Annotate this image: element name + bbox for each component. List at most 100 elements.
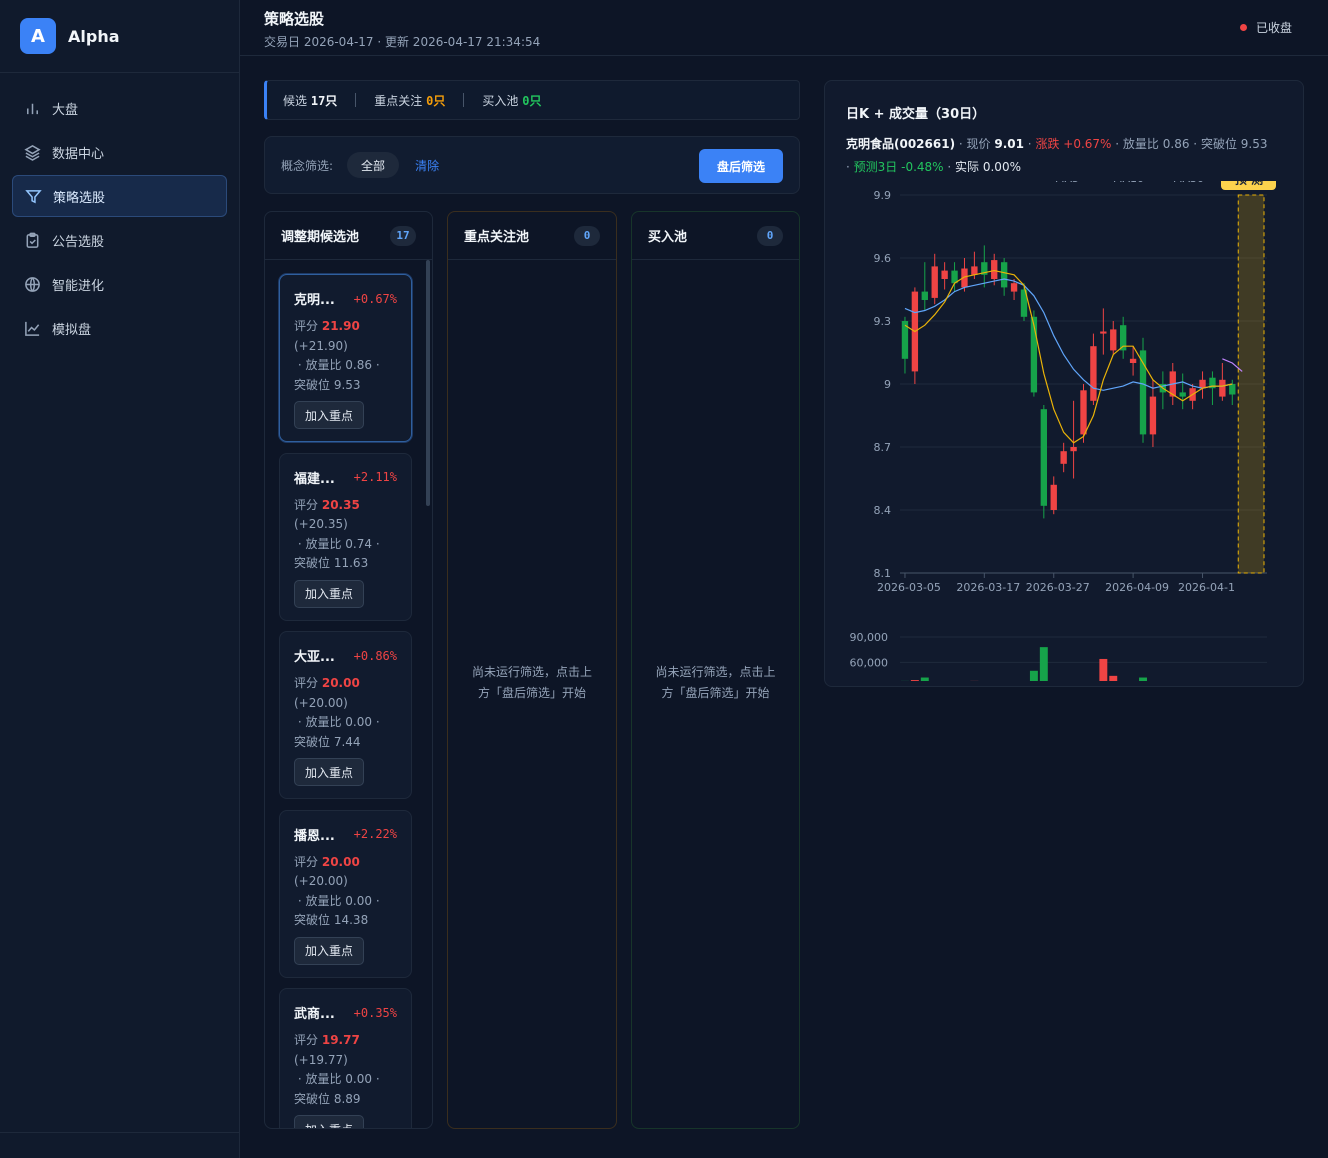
volume-bar	[1029, 670, 1038, 681]
breakout-value: 8.89	[333, 1091, 361, 1106]
candle-body	[1070, 447, 1077, 452]
candle-body	[971, 266, 978, 275]
candle-body	[1080, 390, 1087, 435]
vol-ratio-value: 0.74	[345, 536, 373, 551]
score-delta: (+21.90)	[294, 338, 348, 353]
nav-menu: 大盘 数据中心 策略选股 公告选股 智能进化 模拟盘	[0, 73, 239, 365]
vol-ratio-line: · 放量比 0.00 ·	[294, 715, 380, 729]
card-header: 大亚... +0.86%	[294, 646, 397, 666]
breakout-label: 突破位	[294, 734, 331, 749]
add-to-focus-button[interactable]: 加入重点	[294, 1115, 365, 1128]
add-to-focus-button[interactable]: 加入重点	[294, 758, 365, 786]
candidate-card[interactable]: 武商... +0.35% 评分 19.77 (+19.77) · 放量比 0.00 ·…	[279, 988, 412, 1128]
page-header: 策略选股 交易日 2026-04-17 · 更新 2026-04-17 21:3…	[240, 0, 1328, 56]
add-to-focus-button[interactable]: 加入重点	[294, 579, 365, 608]
nav-label: 大盘	[52, 102, 79, 118]
pool-stats-bar: 候选 17只 重点关注 0只 买入池 0只	[264, 80, 800, 120]
clear-filter-link[interactable]: 清除	[415, 157, 439, 174]
actual-label: 实际	[955, 160, 980, 174]
logo-badge: A	[20, 18, 56, 54]
buy-pool-column: 买入池 0 尚未运行筛选，点击上方「盘后筛选」开始	[631, 211, 800, 1129]
kline-chart-panel: 日K + 成交量（30日） 克明食品(002661) · 现价 9.01 · 涨…	[824, 80, 1304, 687]
candle-body	[1010, 283, 1018, 292]
nav-label: 模拟盘	[52, 322, 92, 338]
y-tick-label: 9.9	[874, 189, 892, 202]
buy-stat-value: 0只	[522, 93, 542, 108]
candle-body	[921, 291, 928, 300]
y-tick-label: 8.4	[874, 504, 892, 517]
logo[interactable]: A Alpha	[0, 0, 239, 73]
y-tick-label: 8.1	[874, 567, 892, 580]
nav-item-strategy[interactable]: 策略选股	[12, 175, 227, 217]
column-title: 重点关注池	[464, 230, 530, 245]
filter-label: 概念筛选:	[281, 158, 334, 173]
nav-item-simulation[interactable]: 模拟盘	[12, 307, 227, 349]
volume-bar	[1109, 675, 1118, 681]
candidate-stat-label: 候选	[283, 93, 308, 108]
card-header: 克明... +0.67%	[294, 289, 397, 309]
score-label: 评分	[294, 497, 319, 512]
globe-icon	[25, 276, 40, 292]
nav-item-market[interactable]: 大盘	[12, 87, 227, 129]
volume-bar	[1099, 658, 1108, 681]
score-line: 评分 21.90	[294, 317, 397, 337]
run-screening-button[interactable]: 盘后筛选	[699, 149, 783, 183]
score-line: 评分 19.77	[294, 1031, 397, 1051]
candidate-card[interactable]: 克明... +0.67% 评分 21.90 (+21.90) · 放量比 0.86 ·…	[279, 274, 412, 442]
nav-item-evolution[interactable]: 智能进化	[12, 263, 227, 305]
score-value: 20.00	[321, 854, 360, 869]
column-count-badge: 0	[574, 225, 600, 246]
empty-state: 尚未运行筛选，点击上方「盘后筛选」开始	[655, 665, 776, 700]
nav-item-announcement[interactable]: 公告选股	[12, 219, 227, 261]
breakout-label: 突破位	[294, 556, 331, 570]
score-label: 评分	[294, 1033, 319, 1047]
column-header: 买入池 0	[632, 212, 799, 260]
buy-stat-label: 买入池	[482, 93, 519, 108]
candidate-card[interactable]: 大亚... +0.86% 评分 20.00 (+20.00) · 放量比 0.00 ·…	[279, 631, 412, 799]
vol-ratio-label: 放量比	[305, 536, 342, 551]
vol-ratio-value: 0.00	[345, 893, 373, 908]
column-count-badge: 17	[390, 225, 416, 246]
candle-body	[1179, 392, 1186, 397]
column-header: 重点关注池 0	[448, 212, 616, 260]
candidate-card[interactable]: 播恩... +2.22% 评分 20.00 (+20.00) · 放量比 0.00 ·…	[279, 809, 412, 978]
nav-item-data-center[interactable]: 数据中心	[12, 131, 227, 173]
score-label: 评分	[294, 854, 319, 869]
score-label: 评分	[294, 319, 319, 333]
breakout-value: 9.53	[333, 377, 361, 392]
x-tick-label: 2026-04-09	[1105, 581, 1169, 594]
score-delta: (+20.35)	[294, 517, 348, 531]
actual-value: 0.00%	[982, 160, 1021, 174]
candidate-card[interactable]: 福建... +2.11% 评分 20.35 (+20.35) · 放量比 0.74 ·…	[279, 452, 412, 621]
ma5-line	[904, 269, 1233, 444]
vol-ratio-line: · 放量比 0.00 ·	[294, 893, 380, 908]
score-value: 21.90	[321, 319, 360, 333]
clipboard-icon	[26, 232, 39, 248]
card-header: 播恩... +2.22%	[294, 825, 397, 844]
forecast-label: 预测3日	[853, 160, 898, 174]
vol-ratio-label: 放量比	[305, 715, 342, 729]
vol-ratio-line: · 放量比 0.86 ·	[294, 358, 380, 372]
stock-summary: 克明食品(002661) · 现价 9.01 · 涨跌 +0.67% · 放量比…	[846, 137, 1268, 174]
change-value: +0.67%	[1063, 137, 1112, 151]
score-line: 评分 20.35	[294, 496, 397, 516]
add-to-focus-button[interactable]: 加入重点	[294, 401, 365, 429]
nav-label: 智能进化	[52, 278, 105, 294]
add-to-focus-button[interactable]: 加入重点	[294, 936, 365, 965]
breakout-line: 突破位 11.63	[294, 554, 397, 574]
x-tick-label: 2026-03-27	[1026, 581, 1090, 594]
forecast-value: -0.48%	[901, 160, 944, 174]
score-delta: (+19.77)	[294, 1052, 348, 1067]
score-label: 评分	[294, 676, 319, 690]
kline-chart[interactable]: 9.9 9.6 9.3 9 8.7 8.4 8.12026-03-05 2026-03-17 2…	[825, 181, 1303, 681]
forecast-badge: 预 测	[1235, 181, 1263, 187]
change-pct: +0.86%	[353, 648, 397, 663]
scrollbar-thumb[interactable]	[426, 260, 430, 506]
vol-ratio-value: 0.86	[345, 358, 373, 372]
breakout-label: 突破位	[1200, 137, 1237, 151]
filter-chip-all[interactable]: 全部	[347, 152, 400, 178]
y-tick-label: 8.7	[874, 441, 892, 454]
nav-label: 公告选股	[52, 234, 105, 250]
candle-body	[931, 266, 938, 298]
stock-name: 克明食品(002661)	[846, 137, 956, 151]
